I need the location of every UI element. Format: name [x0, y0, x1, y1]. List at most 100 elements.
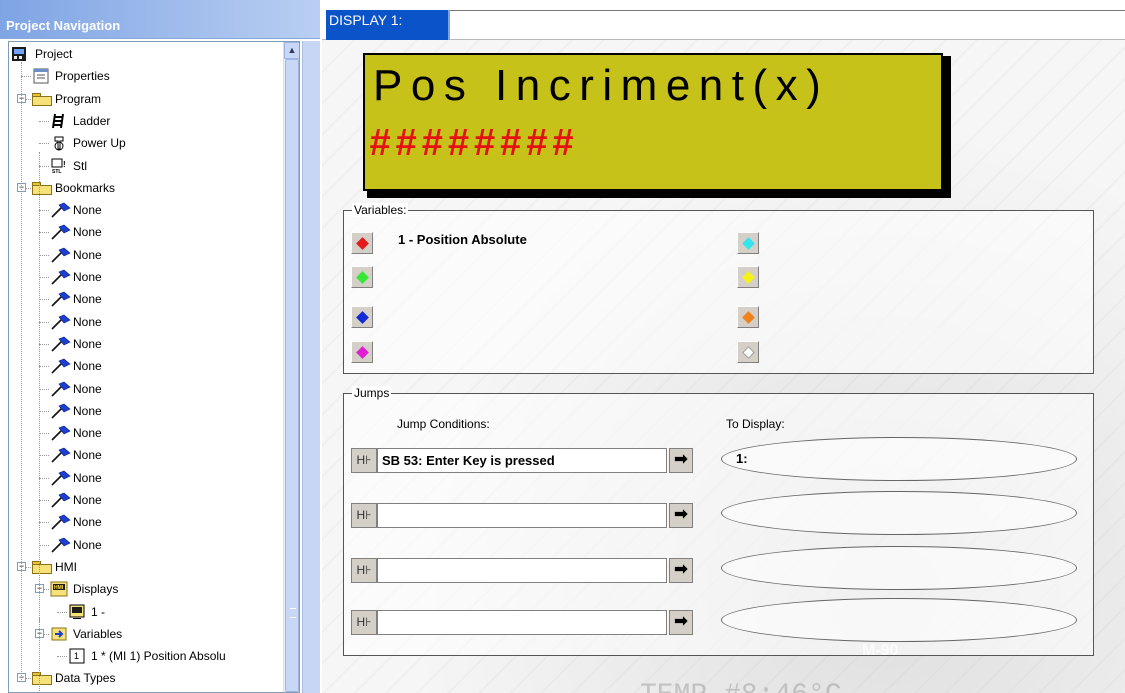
tree-item-properties[interactable]: Properties — [9, 65, 279, 87]
jump-conditions-title: Jump Conditions: — [397, 417, 490, 431]
tree-item-none[interactable]: None — [9, 311, 279, 333]
jump-1-arrow-button[interactable]: ➡ — [669, 448, 693, 473]
lcd-line-2[interactable]: ######## — [369, 122, 578, 165]
tree-item-label: None — [73, 381, 102, 396]
jump-1-condition-field[interactable]: SB 53: Enter Key is pressed — [377, 448, 667, 473]
variable-slot-yellow-button[interactable] — [737, 266, 759, 288]
variable-slot-blue-button[interactable] — [351, 306, 373, 328]
tree-item-none[interactable]: None — [9, 333, 279, 355]
tree-item-none[interactable]: None — [9, 244, 279, 266]
jump-1-target-display[interactable]: 1: — [721, 437, 1077, 481]
jumps-legend: Jumps — [352, 386, 392, 400]
tree-item-ladder[interactable]: Ladder — [9, 110, 279, 132]
jump-3-contact-button[interactable]: H⊦ — [351, 558, 377, 583]
jump-3-condition-field[interactable] — [377, 558, 667, 583]
jump-2-contact-button[interactable]: H⊦ — [351, 503, 377, 528]
bookmark-icon — [51, 269, 71, 285]
tree-item-none[interactable]: None — [9, 378, 279, 400]
jump-1-target-label: 1: — [736, 451, 748, 466]
tree-item-none[interactable]: None — [9, 534, 279, 556]
tree-item-none[interactable]: None — [9, 266, 279, 288]
variable-slot-magenta-button[interactable] — [351, 341, 373, 363]
jump-3-arrow-button[interactable]: ➡ — [669, 558, 693, 583]
tree-item-label: None — [73, 426, 102, 441]
tree-item-none[interactable]: None — [9, 288, 279, 310]
scroll-up-button[interactable]: ▲ — [284, 42, 299, 59]
tree-item-label: Variables — [73, 626, 123, 641]
tree-item-label: Stl — [73, 158, 88, 173]
jumps-group: Jumps Jump Conditions: To Display: H⊦ SB… — [343, 386, 1094, 656]
tree-item-none[interactable]: None — [9, 467, 279, 489]
to-display-title: To Display: — [726, 417, 785, 431]
bookmark-icon — [51, 247, 71, 263]
tree-item-data-types[interactable]: − Data Types — [9, 667, 279, 689]
diamond-icon — [742, 346, 755, 359]
jump-4-arrow-button[interactable]: ➡ — [669, 610, 693, 635]
tab-display-1[interactable]: DISPLAY 1: — [326, 10, 450, 40]
jump-3-target-display[interactable] — [721, 546, 1077, 590]
variable-slot-1-label[interactable]: 1 - Position Absolute — [398, 232, 527, 247]
properties-icon — [33, 68, 49, 84]
tree-item-bookmarks[interactable]: − Bookmarks — [9, 177, 279, 199]
tree-item-hmi[interactable]: − HMI — [9, 556, 279, 578]
svg-text:HMI: HMI — [54, 585, 64, 591]
tree-item-none[interactable]: None — [9, 511, 279, 533]
tree-item-none[interactable]: None — [9, 489, 279, 511]
tree-item-none[interactable]: None — [9, 422, 279, 444]
tree-scrollbar[interactable]: ▲ — [283, 42, 299, 692]
variables-group: Variables: 1 - Position Absolute — [343, 203, 1094, 374]
diamond-icon — [356, 271, 369, 284]
project-icon — [11, 46, 27, 62]
tree-item-program[interactable]: − Program — [9, 88, 279, 110]
tree-item-label: None — [73, 336, 102, 351]
tree-item-label: None — [73, 359, 102, 374]
jump-2-arrow-button[interactable]: ➡ — [669, 503, 693, 528]
tree-item-1[interactable]: 1 - — [9, 601, 279, 623]
tree-item-stl[interactable]: ! STL Stl — [9, 155, 279, 177]
diamond-icon — [742, 237, 755, 250]
variable-slot-red-button[interactable] — [351, 232, 373, 254]
lcd-display-preview[interactable]: Pos Incriment(x) ######## — [363, 53, 943, 191]
folder-icon — [32, 92, 52, 106]
tree-item-none[interactable]: None — [9, 199, 279, 221]
display-editor: Unitronics M-90 TEMP #8:46°C DISPLAY 1: … — [322, 0, 1125, 693]
power-up-icon — [51, 135, 67, 151]
jump-2-condition-field[interactable] — [377, 503, 667, 528]
variable-slot-orange-button[interactable] — [737, 306, 759, 328]
project-navigation-header: Project Navigation — [0, 0, 320, 39]
stl-icon: ! STL — [51, 158, 67, 175]
tree-item-none[interactable]: None — [9, 355, 279, 377]
variable-slot-cyan-button[interactable] — [737, 232, 759, 254]
jump-1-contact-button[interactable]: H⊦ — [351, 448, 377, 473]
tree-item-none[interactable]: None — [9, 444, 279, 466]
jump-4-target-display[interactable] — [721, 598, 1077, 642]
jump-2-target-display[interactable] — [721, 491, 1077, 535]
tree-item-power-up[interactable]: Power Up — [9, 132, 279, 154]
tree-item-label: None — [73, 537, 102, 552]
bookmark-icon — [51, 514, 71, 530]
svg-text:1: 1 — [74, 651, 79, 661]
tree-item-label: Data Types — [55, 671, 116, 686]
tree-item-displays[interactable]: − HMI Displays — [9, 578, 279, 600]
tree-item-label: Bookmarks — [55, 180, 116, 195]
project-navigation-panel: Project Navigation Project Properties − Pro… — [0, 0, 320, 693]
tree-item-1-mi-1-position-absolu[interactable]: 1 1 * (MI 1) Position Absolu — [9, 645, 279, 667]
tree-item-variables[interactable]: − Variables — [9, 623, 279, 645]
nav-splitter[interactable] — [302, 41, 320, 693]
tree-item-label: Displays — [73, 582, 119, 597]
tree-item-label: Properties — [55, 69, 110, 84]
tree-item-none[interactable]: None — [9, 400, 279, 422]
jump-4-contact-button[interactable]: H⊦ — [351, 610, 377, 635]
scroll-thumb[interactable] — [285, 59, 299, 692]
display-screen-icon — [69, 604, 85, 620]
bookmark-icon — [51, 202, 71, 218]
tree-item-none[interactable]: None — [9, 221, 279, 243]
variable-slot-white-button[interactable] — [737, 341, 759, 363]
svg-text:STL: STL — [52, 169, 61, 174]
lcd-line-1[interactable]: Pos Incriment(x) — [373, 61, 829, 111]
jump-4-condition-field[interactable] — [377, 610, 667, 635]
folder-icon — [32, 181, 52, 195]
variable-slot-green-button[interactable] — [351, 266, 373, 288]
tree-item-project[interactable]: Project — [9, 43, 279, 65]
diamond-icon — [742, 311, 755, 324]
